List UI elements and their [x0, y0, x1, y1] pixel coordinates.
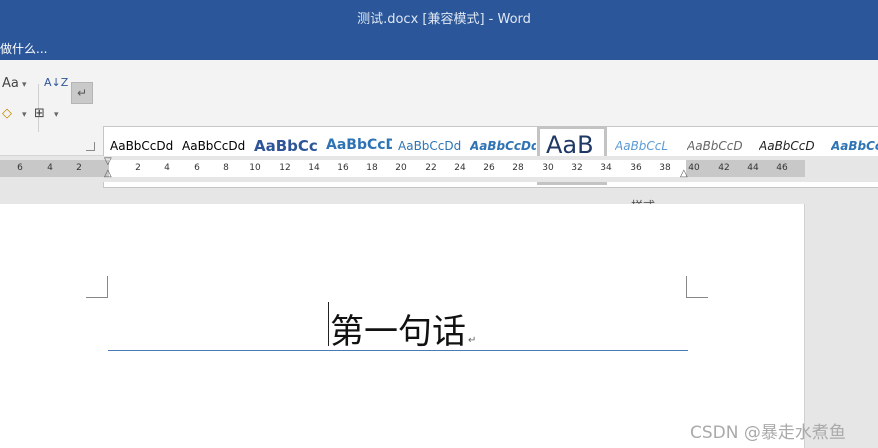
tell-me-box[interactable]: 做什么... [0, 40, 47, 57]
ruler-tick-label: 18 [366, 163, 378, 173]
style-sample: AaBbCcD [687, 139, 743, 153]
title-bar: 测试.docx [兼容模式] - Word [0, 0, 878, 34]
style-sample: AaBbCcD [326, 137, 392, 153]
chevron-down-icon[interactable]: ▾ [54, 110, 59, 120]
ruler-tick-label: 20 [395, 163, 407, 173]
ruler-tick-label: 28 [512, 163, 524, 173]
ruler-tick-label: 26 [483, 163, 495, 173]
ruler-tick-label: 32 [571, 163, 583, 173]
ruler-area: ▽ △ △ 6 4 2 2 4 6 8 10 12 14 16 18 20 22 24 26 28 30 32 34 3… [0, 156, 878, 182]
style-sample: AaBbCcDd [110, 139, 174, 153]
horizontal-ruler[interactable]: ▽ △ △ 6 4 2 2 4 6 8 10 12 14 16 18 20 22 24 26 28 30 32 34 3… [0, 156, 805, 179]
ruler-tick-label: 46 [776, 163, 788, 173]
document-heading[interactable]: 第一句话 ↵ [330, 304, 476, 353]
ruler-tick-label: 22 [425, 163, 437, 173]
ruler-tick-label: 38 [659, 163, 671, 173]
sort-icon[interactable]: A↓Z [44, 76, 68, 89]
chevron-down-icon[interactable]: ▾ [22, 80, 27, 90]
hanging-indent-icon[interactable]: △ [104, 168, 112, 179]
style-sample: AaBbCcDd [398, 139, 462, 153]
crop-mark [86, 276, 108, 298]
ruler-tick-label: 34 [600, 163, 612, 173]
right-indent-icon[interactable]: △ [680, 168, 688, 179]
ruler-tick-label: 4 [47, 163, 53, 173]
ruler-tick-label: 4 [164, 163, 170, 173]
ruler-tick-label: 6 [17, 163, 23, 173]
text-cursor [328, 302, 329, 346]
ruler-tick-label: 44 [747, 163, 759, 173]
chevron-down-icon[interactable]: ▾ [22, 110, 27, 120]
paragraph-tools: Aa ▾ A↓Z ↵ ◇ ▾ ⊞ ▾ [0, 70, 100, 132]
style-sample: AaB [546, 131, 594, 159]
show-marks-button[interactable]: ↵ [71, 82, 93, 104]
ruler-tick-label: 14 [308, 163, 320, 173]
style-sample: AaBbCcD [759, 139, 815, 153]
paragraph-mark: ↵ [468, 335, 477, 346]
ribbon: Aa ▾ A↓Z ↵ ◇ ▾ ⊞ ▾ AaBbCcDd↲正文AaBbCcDd↲无… [0, 60, 878, 213]
ruler-tick-label: 8 [223, 163, 229, 173]
style-sample: AaBbCcDd [470, 139, 536, 153]
first-line-indent-icon[interactable]: ▽ [104, 156, 112, 167]
style-sample: AaBbCc [831, 139, 878, 153]
ruler-tick-label: 16 [337, 163, 349, 173]
heading-text: 第一句话 [330, 312, 466, 352]
ruler-tick-label: 6 [194, 163, 200, 173]
shading-icon[interactable]: ◇ [2, 106, 12, 121]
ruler-tick-label: 2 [76, 163, 82, 173]
borders-icon[interactable]: ⊞ [34, 106, 45, 121]
style-sample: AaBbCcL [615, 139, 669, 153]
ruler-tick-label: 2 [135, 163, 141, 173]
word-window: 测试.docx [兼容模式] - Word 做什么... Aa ▾ A↓Z ↵ … [0, 0, 878, 448]
style-sample: AaBbCcDd [182, 139, 246, 153]
style-sample: AaBbCc [254, 137, 318, 155]
tell-me-bar: 做什么... [0, 34, 878, 60]
crop-mark [686, 276, 708, 298]
window-title: 测试.docx [兼容模式] - Word [357, 12, 531, 27]
change-case-icon[interactable]: Aa [2, 76, 19, 91]
ruler-tick-label: 12 [279, 163, 291, 173]
heading-underline [108, 350, 688, 351]
ruler-tick-label: 24 [454, 163, 466, 173]
document-page[interactable]: 第一句话 ↵ [0, 204, 805, 448]
ruler-tick-label: 36 [630, 163, 642, 173]
ruler-tick-label: 10 [249, 163, 261, 173]
watermark: CSDN @暴走水煮鱼 [690, 423, 846, 443]
dialog-launcher-icon[interactable] [86, 142, 95, 151]
ruler-tick-label: 42 [718, 163, 730, 173]
ruler-tick-label: 30 [542, 163, 554, 173]
ruler-tick-label: 40 [688, 163, 700, 173]
